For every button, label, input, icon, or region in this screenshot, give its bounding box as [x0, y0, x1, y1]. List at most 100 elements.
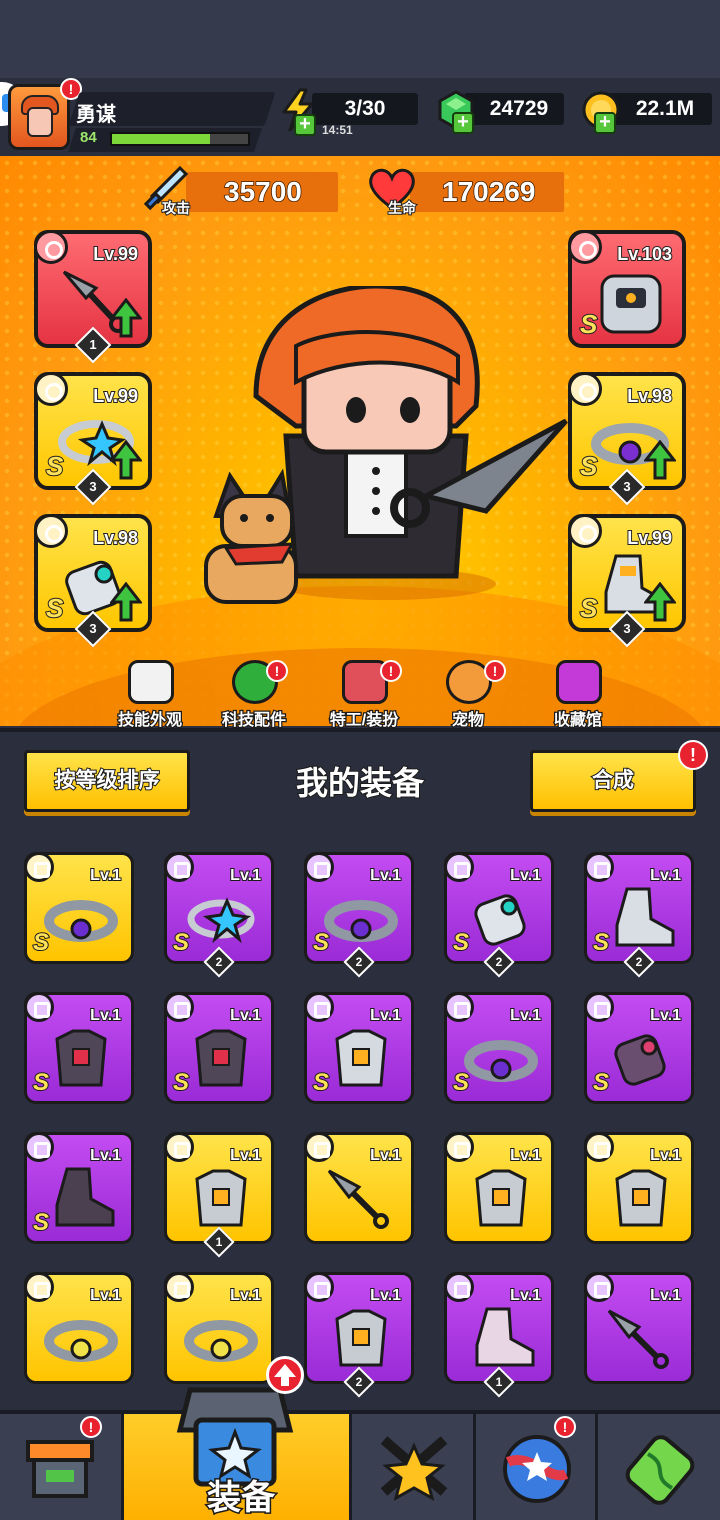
inventory-item[interactable]: Lv.1 S 2 [584, 852, 694, 978]
equip-slot-glove[interactable]: Lv.98 S 3 [34, 514, 152, 648]
item-stars: 1 [215, 1235, 223, 1249]
item-grade: S [592, 928, 610, 957]
sort-by-level-button[interactable]: 按等级排序 [24, 750, 190, 812]
tech-alert-badge: ! [266, 660, 288, 682]
attack-value: 35700 [223, 175, 302, 208]
item-type-icon [444, 1132, 474, 1162]
inventory-item[interactable]: Lv.1 S 2 [444, 852, 554, 978]
item-grade: S [32, 1208, 50, 1237]
item-level: Lv.1 [89, 1146, 122, 1165]
slot-level: Lv.103 [616, 243, 673, 265]
item-type-icon [304, 1132, 334, 1162]
slot-level: Lv.99 [626, 527, 673, 549]
item-level: Lv.1 [509, 866, 542, 885]
belt-icon [44, 900, 118, 942]
slot-level: Lv.99 [92, 243, 139, 265]
inventory-item[interactable]: Lv.1 S [24, 1132, 134, 1244]
equip-slot-boots[interactable]: Lv.99 S 3 [568, 514, 686, 648]
feature-skill-skins[interactable]: 技能外观 [100, 660, 200, 730]
nav-equipment-label: 装备 [206, 1478, 277, 1519]
merge-button[interactable]: 合成 [530, 750, 696, 812]
equip-slot-armor[interactable]: Lv.103 S [568, 230, 686, 348]
item-level: Lv.1 [509, 1006, 542, 1025]
dna-capsule-icon [625, 1435, 695, 1505]
inventory-item[interactable]: Lv.1 S [24, 852, 134, 964]
shop-stall-icon [26, 1440, 94, 1498]
grade-s-label: S [45, 450, 64, 482]
merge-alert-badge: ! [678, 740, 708, 770]
inventory-item[interactable]: Lv.1 1 [444, 1272, 554, 1398]
boot-icon [615, 887, 675, 947]
item-level: Lv.1 [229, 1006, 262, 1025]
glove-type-icon [34, 514, 68, 548]
item-stars: 2 [215, 955, 223, 969]
inventory-item[interactable]: Lv.1 [584, 1132, 694, 1244]
inventory-item[interactable]: Lv.1 S 2 [164, 852, 274, 978]
item-stars: 2 [635, 955, 643, 969]
inventory-item[interactable]: Lv.1 [164, 1272, 274, 1384]
equip-slot-belt[interactable]: Lv.98 S 3 [568, 372, 686, 506]
energy-timer: 14:51 [322, 123, 353, 137]
nav-tab-events[interactable] [476, 1414, 598, 1520]
inventory-item[interactable]: Lv.1 S [444, 992, 554, 1104]
vest-armor-icon [195, 1169, 247, 1227]
item-level: Lv.1 [649, 1286, 682, 1305]
nav-tab-skills[interactable] [352, 1414, 476, 1520]
treasure-chest-icon [556, 660, 602, 704]
armor-type-icon [568, 230, 602, 264]
gauntlet-icon [474, 894, 526, 946]
inventory-item[interactable]: Lv.1 S [164, 992, 274, 1104]
inventory-item[interactable]: Lv.1 S [584, 992, 694, 1104]
item-type-icon [164, 852, 194, 882]
kunai-icon [607, 1309, 669, 1369]
item-type-icon [444, 1272, 474, 1302]
shop-alert-badge: ! [80, 1416, 102, 1438]
attack-label: 攻击 [161, 199, 191, 217]
inventory-item[interactable]: Lv.1 2 [304, 1272, 414, 1398]
inventory-item[interactable]: Lv.1 [584, 1272, 694, 1384]
item-type-icon [584, 1272, 614, 1302]
feature-label: 宠物 [451, 711, 486, 731]
item-grade: S [312, 1068, 330, 1097]
dark-boot-icon [55, 1167, 115, 1227]
player-name: 勇谋 [76, 104, 116, 126]
slot-level: Lv.98 [92, 527, 139, 549]
item-grade: S [452, 928, 470, 957]
inventory-item[interactable]: Lv.1 1 [164, 1132, 274, 1258]
item-type-icon [304, 852, 334, 882]
vest-armor-icon [475, 1169, 527, 1227]
item-level: Lv.1 [369, 1006, 402, 1025]
upgrade-arrow-icon [110, 440, 142, 480]
add-energy-button[interactable]: + [294, 114, 316, 136]
add-gems-button[interactable]: + [452, 112, 474, 134]
nav-tab-dna[interactable] [598, 1414, 720, 1520]
item-level: Lv.1 [509, 1146, 542, 1165]
item-level: Lv.1 [229, 1146, 262, 1165]
inventory-item[interactable]: Lv.1 [444, 1132, 554, 1244]
dark-armor-icon [195, 1029, 247, 1087]
item-level: Lv.1 [509, 1286, 542, 1305]
add-coins-button[interactable]: + [594, 112, 616, 134]
agent-alert-badge: ! [380, 660, 402, 682]
feature-tech-parts[interactable]: 科技配件 [204, 660, 304, 730]
inventory-item[interactable]: Lv.1 S 2 [304, 852, 414, 978]
nav-tab-shop[interactable] [0, 1414, 124, 1520]
item-type-icon [584, 852, 614, 882]
hp-value: 170269 [441, 175, 536, 208]
equip-slot-ring[interactable]: Lv.99 S 3 [34, 372, 152, 506]
vest-armor-icon [335, 1309, 387, 1367]
inventory-item[interactable]: Lv.1 [24, 1272, 134, 1384]
energy-value: 3/30 [344, 97, 386, 120]
inventory-item[interactable]: Lv.1 S [304, 992, 414, 1104]
ring-type-icon [34, 372, 68, 406]
feature-collection[interactable]: 收藏馆 [528, 660, 628, 730]
inventory-item[interactable]: Lv.1 S [24, 992, 134, 1104]
item-type-icon [24, 1132, 54, 1162]
kunai-icon [327, 1169, 389, 1229]
item-type-icon [584, 992, 614, 1022]
inventory-item[interactable]: Lv.1 [304, 1132, 414, 1244]
item-type-icon [164, 992, 194, 1022]
feature-label: 收藏馆 [553, 711, 604, 731]
upgrade-arrow-icon [110, 298, 142, 338]
equip-slot-weapon[interactable]: Lv.99 1 [34, 230, 152, 364]
